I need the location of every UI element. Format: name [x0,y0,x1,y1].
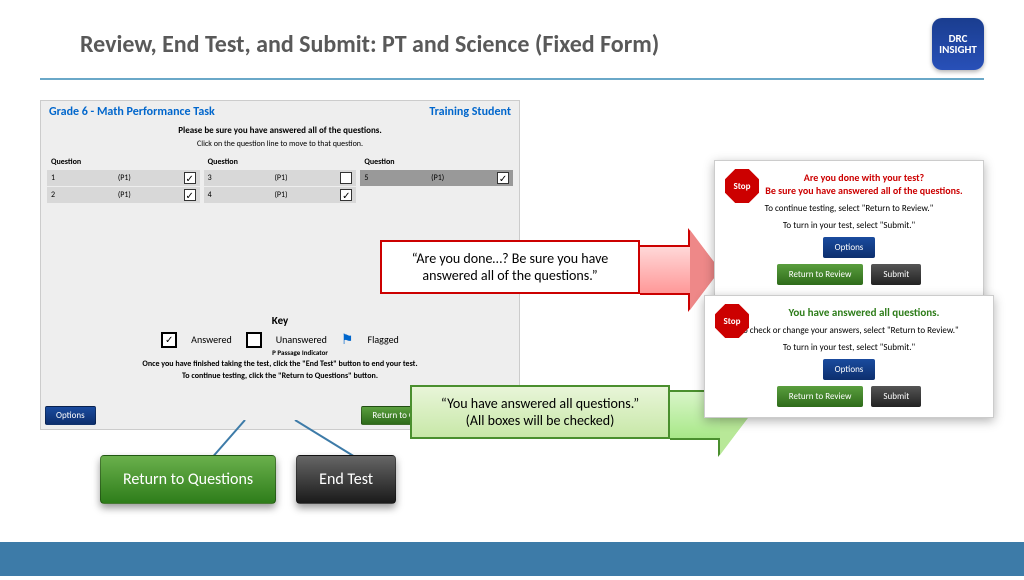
checkbox-icon: ✓ [161,332,177,348]
dialog-text: To check or change your answers, select … [719,325,979,336]
col-header: Question [204,155,357,169]
submit-button[interactable]: Submit [871,386,921,407]
col-header: Question [47,155,200,169]
options-button[interactable]: Options [823,359,876,380]
callout-2: “You have answered all questions.” (All … [410,385,670,439]
dialog-text: To turn in your test, select "Submit." [719,342,979,353]
divider [40,78,984,80]
key-section: Key ✓Answered Unanswered ⚑Flagged P Pass… [41,314,519,381]
stop-icon: Stop [725,169,759,203]
end-test-button[interactable]: End Test [296,455,396,504]
dialog-all-done: Stop You have answered all questions. To… [704,295,994,418]
checkbox-icon [246,332,262,348]
question-grid: Question 1(P1)✓ 2(P1)✓ Question 3(P1) 4(… [41,155,519,204]
page-title: Review, End Test, and Submit: PT and Sci… [80,30,659,59]
dialog-text: To turn in your test, select "Submit." [729,220,969,231]
checkbox-icon: ✓ [184,189,196,201]
return-to-questions-button[interactable]: Return to Questions [100,455,276,504]
task-title: Grade 6 - Math Performance Task [49,105,215,119]
return-review-button[interactable]: Return to Review [777,264,864,285]
question-row[interactable]: 2(P1)✓ [47,187,200,203]
question-row[interactable]: 3(P1) [204,170,357,186]
checkbox-icon: ✓ [497,172,509,184]
flag-icon: ⚑ [341,331,354,348]
checkbox-icon: ✓ [184,172,196,184]
footer-instruction: To continue testing, click the "Return t… [41,371,519,381]
drc-logo: DRC INSIGHT [932,18,984,70]
dialog-heading: You have answered all questions. [749,306,979,319]
arrow-red [640,245,690,295]
passage-indicator: P Passage Indicator [41,348,519,357]
checkbox-icon [340,172,352,184]
options-button[interactable]: Options [823,237,876,258]
dialog-heading: Are you done with your test?Be sure you … [759,171,969,197]
col-header: Question [360,155,513,169]
question-row[interactable]: 1(P1)✓ [47,170,200,186]
instruction-2: Click on the question line to move to th… [41,138,519,155]
dialog-not-done: Stop Are you done with your test?Be sure… [714,160,984,296]
submit-button[interactable]: Submit [871,264,921,285]
return-review-button[interactable]: Return to Review [777,386,864,407]
checkbox-icon: ✓ [340,189,352,201]
instruction-1: Please be sure you have answered all of … [41,123,519,138]
question-row[interactable]: 4(P1)✓ [204,187,357,203]
options-button[interactable]: Options [45,406,96,425]
student-name: Training Student [429,105,511,119]
key-title: Key [41,314,519,327]
bottom-bar [0,542,1024,576]
dialog-text: To continue testing, select "Return to R… [729,203,969,214]
callout-1: “Are you done…? Be sure you have answere… [380,240,640,294]
question-row[interactable]: 5(P1)✓ [360,170,513,186]
footer-instruction: Once you have finished taking the test, … [41,359,519,369]
